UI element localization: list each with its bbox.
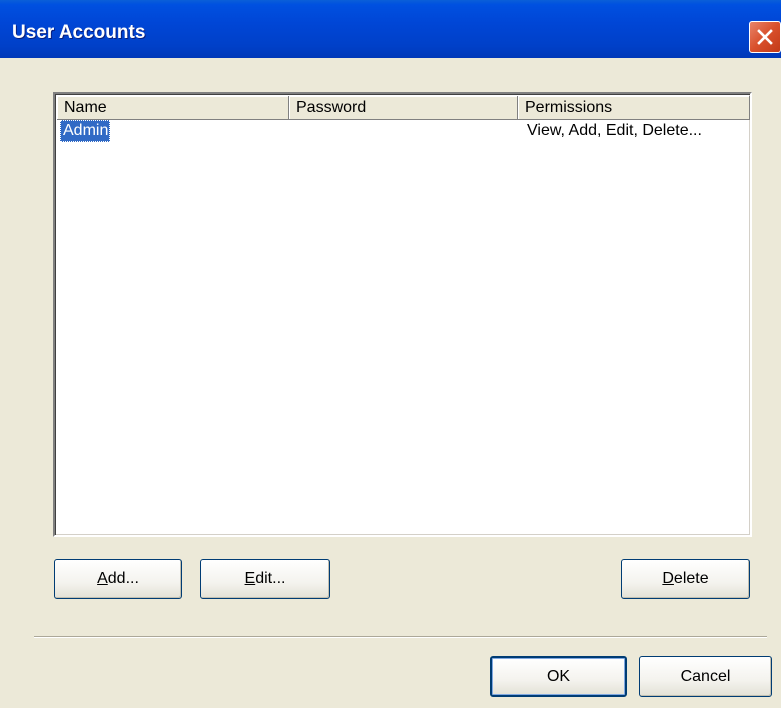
cancel-button[interactable]: Cancel — [639, 656, 772, 697]
title-bar[interactable]: User Accounts — [0, 0, 781, 58]
row-permissions-cell: View, Add, Edit, Delete... — [527, 122, 702, 139]
user-accounts-dialog: User Accounts Name Password Permissions … — [0, 0, 781, 708]
close-button[interactable] — [749, 21, 781, 53]
list-row[interactable]: Admin View, Add, Edit, Delete... — [57, 120, 750, 142]
add-button[interactable]: Add... — [54, 559, 182, 599]
delete-label: elete — [673, 570, 709, 587]
add-label: dd... — [107, 570, 139, 587]
ok-button[interactable]: OK — [490, 656, 627, 697]
delete-button[interactable]: Delete — [621, 559, 750, 599]
close-icon — [757, 29, 773, 45]
edit-accelerator: E — [244, 570, 256, 587]
delete-accelerator: D — [662, 570, 674, 587]
row-name-cell[interactable]: Admin — [60, 120, 111, 142]
dialog-title: User Accounts — [12, 22, 146, 43]
list-header: Name Password Permissions — [57, 96, 750, 120]
edit-label: dit... — [255, 570, 286, 587]
separator-line — [34, 636, 767, 638]
add-accelerator: A — [97, 570, 108, 587]
edit-button[interactable]: Edit... — [200, 559, 330, 599]
column-header-name[interactable]: Name — [57, 96, 289, 120]
dialog-client-area: Name Password Permissions Admin View, Ad… — [0, 58, 781, 708]
column-header-permissions[interactable]: Permissions — [518, 96, 750, 120]
user-accounts-list[interactable]: Name Password Permissions Admin View, Ad… — [53, 92, 752, 537]
column-header-password[interactable]: Password — [289, 96, 518, 120]
